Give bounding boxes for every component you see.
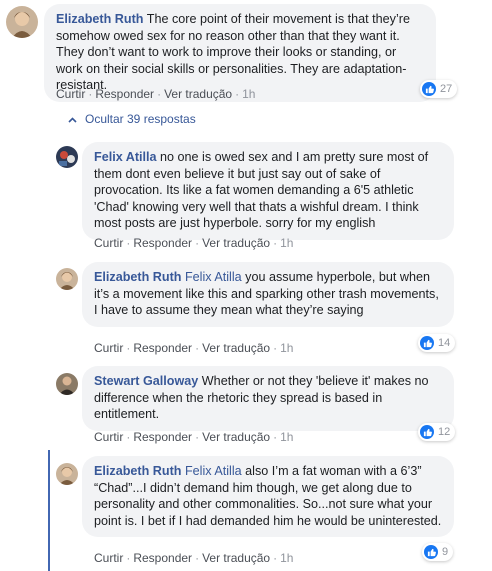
like-link[interactable]: Curtir	[94, 430, 123, 444]
mention-link[interactable]: Felix Atilla	[185, 464, 242, 478]
translate-link[interactable]: Ver tradução	[164, 87, 232, 101]
reaction-count[interactable]: 27	[420, 80, 458, 98]
avatar[interactable]	[56, 373, 78, 395]
comment-actions: Curtir · Responder · Ver tradução · 1h	[94, 236, 294, 250]
like-link[interactable]: Curtir	[94, 551, 123, 565]
reply-link[interactable]: Responder	[133, 236, 192, 250]
highlight-thread-line	[48, 450, 50, 571]
like-reaction-icon	[420, 425, 434, 439]
chevron-up-icon	[68, 112, 77, 126]
comment-author[interactable]: Elizabeth Ruth	[56, 12, 143, 26]
comment-timestamp[interactable]: 1h	[280, 551, 293, 565]
comment-actions: Curtir · Responder · Ver tradução · 1h	[94, 551, 294, 565]
translate-link[interactable]: Ver tradução	[202, 341, 270, 355]
comment-bubble: Stewart Galloway Whether or not they 'be…	[82, 366, 454, 431]
translate-link[interactable]: Ver tradução	[202, 551, 270, 565]
avatar[interactable]	[6, 6, 38, 38]
reaction-count-value: 9	[442, 546, 449, 558]
comment-actions: Curtir · Responder · Ver tradução · 1h	[56, 87, 256, 101]
reaction-count[interactable]: 9	[422, 543, 454, 561]
reaction-count-value: 14	[438, 337, 451, 349]
comment-timestamp[interactable]: 1h	[242, 87, 255, 101]
reaction-count[interactable]: 12	[418, 423, 456, 441]
reply-link[interactable]: Responder	[133, 430, 192, 444]
translate-link[interactable]: Ver tradução	[202, 430, 270, 444]
comment-timestamp[interactable]: 1h	[280, 236, 293, 250]
comment-bubble: Felix Atilla no one is owed sex and I am…	[82, 142, 454, 240]
reply-link[interactable]: Responder	[133, 341, 192, 355]
like-reaction-icon	[422, 82, 436, 96]
comment-author[interactable]: Stewart Galloway	[94, 374, 198, 388]
hide-replies-link[interactable]: Ocultar 39 respostas	[68, 112, 196, 126]
comment-author[interactable]: Elizabeth Ruth	[94, 270, 181, 284]
reaction-count-value: 27	[440, 83, 453, 95]
comment-author[interactable]: Felix Atilla	[94, 150, 157, 164]
comment-bubble: Elizabeth Ruth Felix Atilla also I’m a f…	[82, 456, 454, 537]
comment-actions: Curtir · Responder · Ver tradução · 1h	[94, 341, 294, 355]
comment-timestamp[interactable]: 1h	[280, 341, 293, 355]
mention-link[interactable]: Felix Atilla	[185, 270, 242, 284]
like-link[interactable]: Curtir	[94, 236, 123, 250]
like-link[interactable]: Curtir	[94, 341, 123, 355]
comment-actions: Curtir · Responder · Ver tradução · 1h	[94, 430, 294, 444]
reaction-count-value: 12	[438, 426, 451, 438]
reply-link[interactable]: Responder	[133, 551, 192, 565]
hide-replies-label: Ocultar 39 respostas	[85, 112, 196, 126]
reaction-count[interactable]: 14	[418, 334, 456, 352]
like-link[interactable]: Curtir	[56, 87, 85, 101]
comment-timestamp[interactable]: 1h	[280, 430, 293, 444]
reply-link[interactable]: Responder	[95, 87, 154, 101]
avatar[interactable]	[56, 463, 78, 485]
comment-author[interactable]: Elizabeth Ruth	[94, 464, 181, 478]
avatar[interactable]	[56, 146, 78, 168]
avatar[interactable]	[56, 268, 78, 290]
translate-link[interactable]: Ver tradução	[202, 236, 270, 250]
comment-bubble: Elizabeth Ruth Felix Atilla you assume h…	[82, 262, 454, 327]
like-reaction-icon	[424, 545, 438, 559]
like-reaction-icon	[420, 336, 434, 350]
